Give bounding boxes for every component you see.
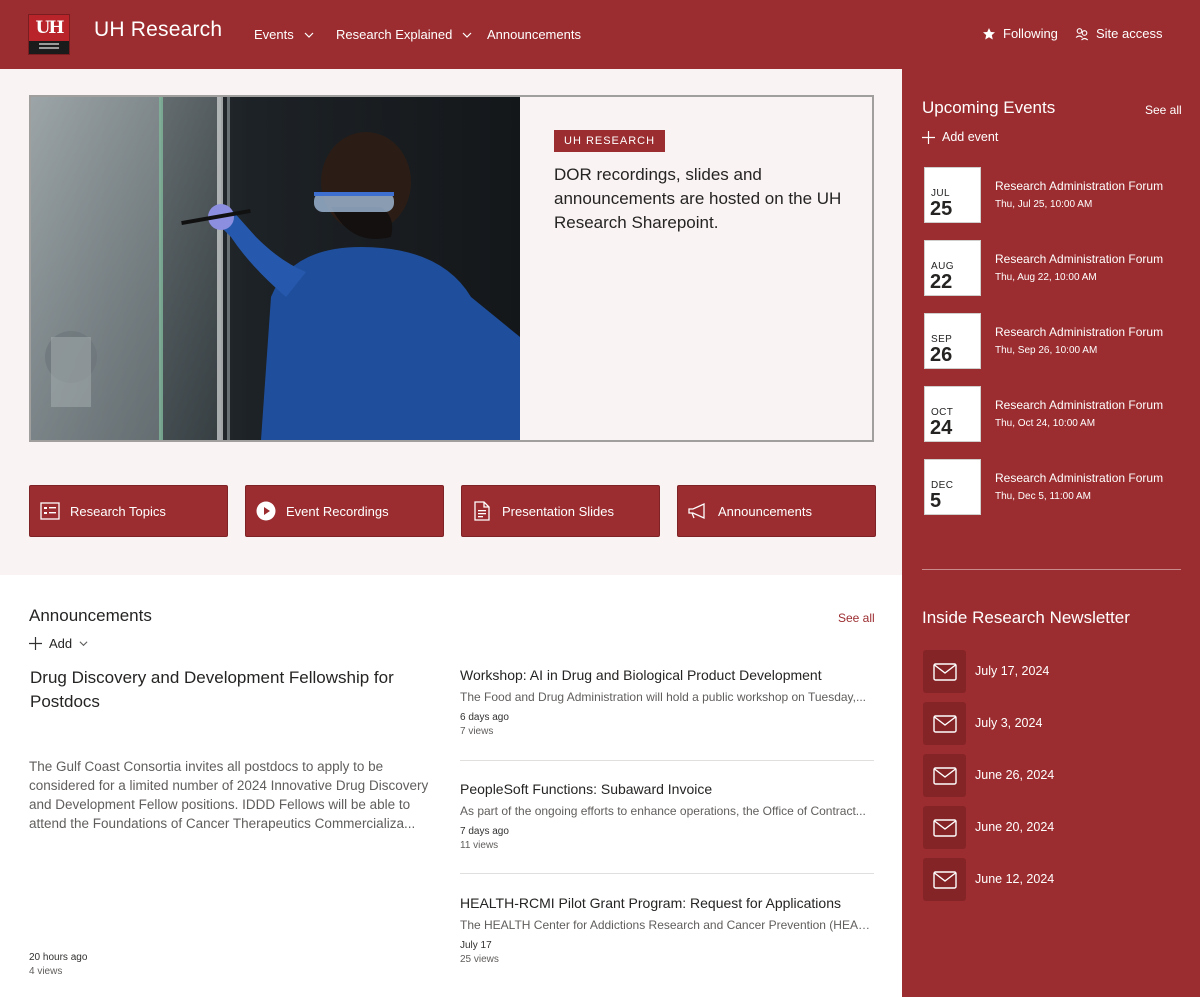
news-item-description: The HEALTH Center for Addictions Researc…	[460, 918, 874, 932]
newsletter-date: June 20, 2024	[975, 820, 1055, 834]
quick-link-announcements[interactable]: Announcements	[677, 485, 876, 537]
divider	[922, 569, 1181, 570]
chevron-down-icon	[79, 641, 88, 647]
nav-research-explained[interactable]: Research Explained	[336, 27, 472, 42]
uh-logo[interactable]: UH	[28, 14, 70, 55]
newsletter-date: July 17, 2024	[975, 664, 1050, 678]
newsletter-item[interactable]: June 20, 2024	[922, 806, 1182, 850]
site-title[interactable]: UH Research	[94, 18, 222, 42]
event-item[interactable]: SEP 26 Research Administration Forum Thu…	[924, 313, 1184, 371]
news-item[interactable]: Workshop: AI in Drug and Biological Prod…	[460, 667, 874, 737]
news-item-description: As part of the ongoing efforts to enhanc…	[460, 804, 866, 818]
hero-tag: UH RESEARCH	[554, 130, 666, 152]
event-title: Research Administration Forum	[995, 252, 1164, 266]
top-bar: UH UH Research Events Research Explained…	[0, 0, 1200, 69]
newsletter-item[interactable]: July 17, 2024	[922, 650, 1182, 694]
newsletter-date: June 12, 2024	[975, 872, 1055, 886]
upcoming-events-title: Upcoming Events	[922, 98, 1056, 117]
event-date-tile: JUL 25	[924, 167, 981, 223]
add-event-button[interactable]: Add event	[922, 130, 998, 144]
event-title: Research Administration Forum	[995, 398, 1164, 412]
featured-announcement-body: The Gulf Coast Consortia invites all pos…	[29, 759, 429, 831]
news-item-views: 11 views	[460, 840, 499, 851]
event-date-tile: AUG 22	[924, 240, 981, 296]
nav-announcements[interactable]: Announcements	[487, 27, 581, 42]
event-datetime: Thu, Jul 25, 10:00 AM	[995, 199, 1093, 210]
event-title: Research Administration Forum	[995, 325, 1164, 339]
mail-icon	[923, 650, 966, 693]
newsletter-item[interactable]: June 26, 2024	[922, 754, 1182, 798]
news-item-views: 7 views	[460, 726, 494, 737]
site-access-button[interactable]: Site access	[1075, 26, 1162, 41]
following-button[interactable]: Following	[982, 26, 1058, 41]
event-datetime: Thu, Oct 24, 10:00 AM	[995, 418, 1096, 429]
news-item-description: The Food and Drug Administration will ho…	[460, 690, 866, 704]
newsletter-title: Inside Research Newsletter	[922, 608, 1130, 627]
nav-events[interactable]: Events	[254, 27, 314, 42]
news-item-title[interactable]: HEALTH-RCMI Pilot Grant Program: Request…	[460, 895, 874, 911]
news-item-views: 25 views	[460, 954, 499, 965]
news-item[interactable]: PeopleSoft Functions: Subaward Invoice A…	[460, 781, 874, 851]
quick-link-research-topics[interactable]: Research Topics	[29, 485, 228, 537]
mail-icon	[923, 754, 966, 797]
plus-icon	[922, 130, 935, 144]
featured-announcement-title[interactable]: Drug Discovery and Development Fellowshi…	[30, 666, 430, 714]
news-item-title[interactable]: PeopleSoft Functions: Subaward Invoice	[460, 781, 874, 797]
event-datetime: Thu, Sep 26, 10:00 AM	[995, 345, 1098, 356]
chevron-down-icon	[304, 32, 314, 38]
people-icon	[1075, 27, 1089, 40]
hero-section: UH RESEARCH DOR recordings, slides and a…	[0, 69, 902, 575]
event-title: Research Administration Forum	[995, 179, 1164, 193]
logo-mark: UH	[35, 18, 65, 38]
event-datetime: Thu, Dec 5, 11:00 AM	[995, 491, 1091, 502]
sidebar: Upcoming Events See all Add event JUL 25…	[902, 69, 1200, 997]
event-item[interactable]: DEC 5 Research Administration Forum Thu,…	[924, 459, 1184, 517]
divider	[460, 873, 874, 874]
event-date-tile: OCT 24	[924, 386, 981, 442]
event-item[interactable]: AUG 22 Research Administration Forum Thu…	[924, 240, 1184, 298]
news-item[interactable]: HEALTH-RCMI Pilot Grant Program: Request…	[460, 895, 874, 965]
add-announcement-button[interactable]: Add	[29, 636, 88, 651]
event-date-tile: DEC 5	[924, 459, 981, 515]
newsletter-date: June 26, 2024	[975, 768, 1055, 782]
news-item-title[interactable]: Workshop: AI in Drug and Biological Prod…	[460, 667, 874, 683]
event-item[interactable]: OCT 24 Research Administration Forum Thu…	[924, 386, 1184, 444]
divider	[460, 760, 874, 761]
quick-link-presentation-slides[interactable]: Presentation Slides	[461, 485, 660, 537]
mail-icon	[923, 806, 966, 849]
mail-icon	[923, 858, 966, 901]
plus-icon	[29, 637, 42, 650]
news-item-time: 6 days ago	[460, 712, 509, 723]
featured-announcement-views: 4 views	[29, 966, 63, 977]
hero-image	[31, 97, 520, 440]
event-title: Research Administration Forum	[995, 471, 1164, 485]
play-icon	[255, 500, 277, 522]
newsletter-date: July 3, 2024	[975, 716, 1043, 730]
newsletter-item[interactable]: June 12, 2024	[922, 858, 1182, 902]
document-icon	[471, 500, 493, 522]
list-icon	[39, 500, 61, 522]
star-icon	[983, 27, 995, 39]
announcements-title: Announcements	[29, 606, 152, 625]
megaphone-icon	[687, 500, 709, 522]
featured-announcement-time: 20 hours ago	[29, 952, 88, 963]
news-item-time: July 17	[460, 940, 492, 951]
events-see-all-link[interactable]: See all	[1145, 103, 1182, 117]
hero-text: DOR recordings, slides and announcements…	[554, 165, 842, 232]
newsletter-item[interactable]: July 3, 2024	[922, 702, 1182, 746]
event-date-tile: SEP 26	[924, 313, 981, 369]
hero-banner[interactable]: UH RESEARCH DOR recordings, slides and a…	[29, 95, 874, 442]
announcements-see-all-link[interactable]: See all	[838, 611, 875, 625]
quick-link-event-recordings[interactable]: Event Recordings	[245, 485, 444, 537]
news-item-time: 7 days ago	[460, 826, 509, 837]
mail-icon	[923, 702, 966, 745]
event-datetime: Thu, Aug 22, 10:00 AM	[995, 272, 1097, 283]
event-item[interactable]: JUL 25 Research Administration Forum Thu…	[924, 167, 1184, 225]
chevron-down-icon	[462, 32, 472, 38]
